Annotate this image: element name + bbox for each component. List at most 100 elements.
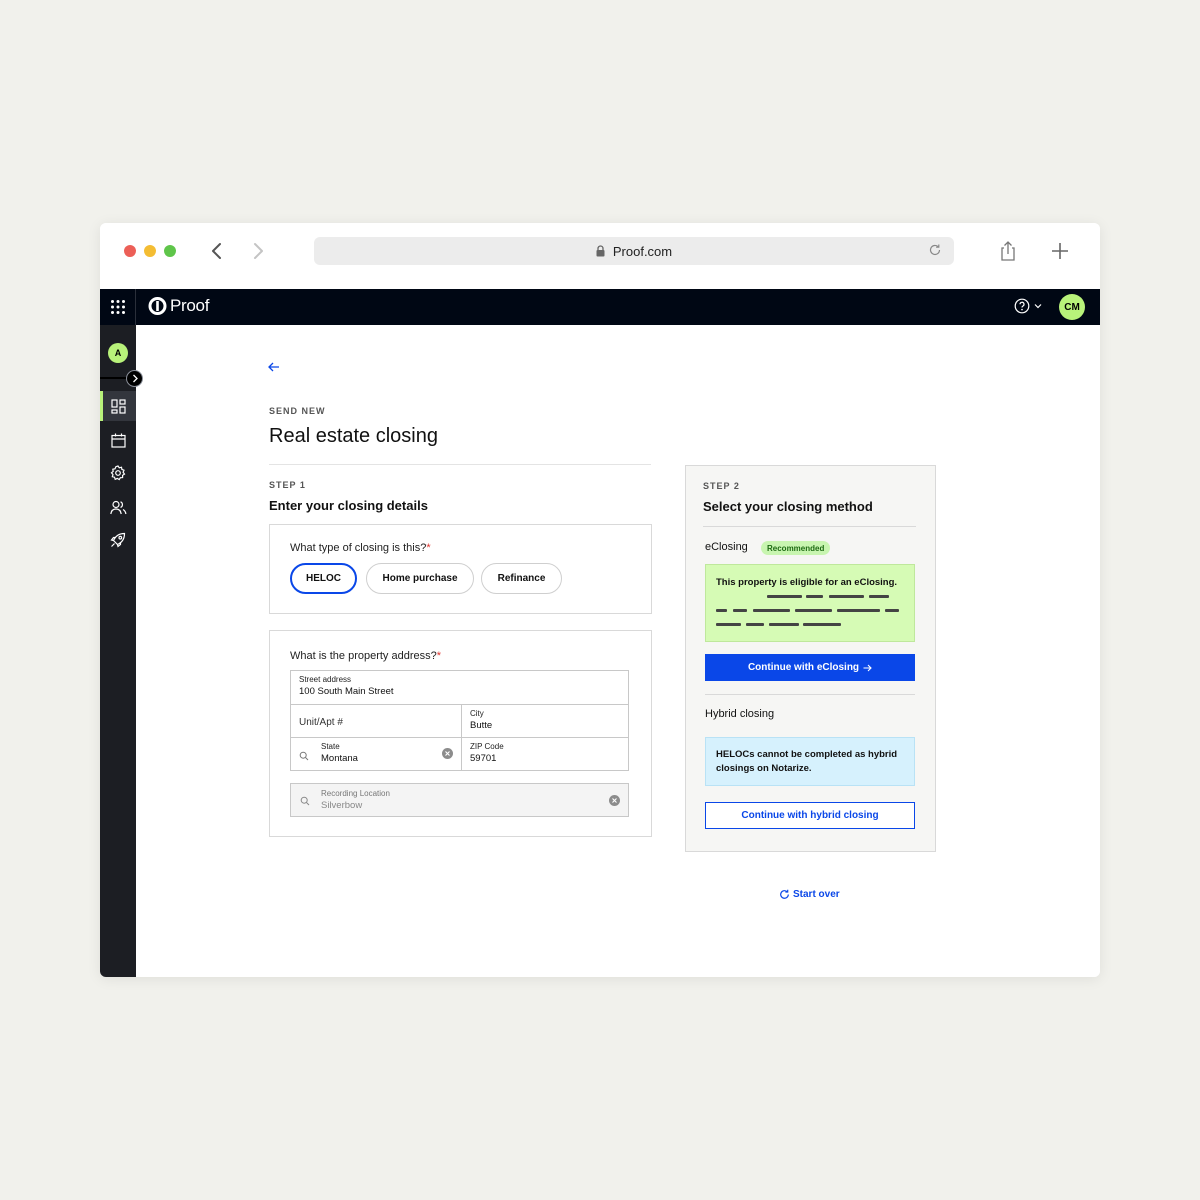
help-menu-button[interactable]: [1014, 298, 1043, 314]
maximize-window-button[interactable]: [164, 245, 176, 257]
sidebar-item-dashboard[interactable]: [100, 391, 136, 421]
recording-location-content: Recording Location Silverbow: [321, 789, 571, 811]
sidebar-item-settings[interactable]: [100, 458, 136, 488]
field-divider: [291, 704, 628, 705]
chevron-down-icon: [1034, 304, 1042, 309]
sidebar-item-calendar[interactable]: [100, 425, 136, 455]
page-eyebrow: SEND NEW: [269, 406, 326, 416]
continue-hybrid-closing-button[interactable]: Continue with hybrid closing: [705, 802, 915, 829]
hybrid-closing-title: Hybrid closing: [705, 708, 775, 720]
chevron-left-icon: [212, 243, 221, 259]
closing-type-option-heloc[interactable]: HELOC: [290, 563, 357, 594]
closing-type-question: What type of closing is this?*: [290, 542, 431, 554]
address-bar[interactable]: Proof.com: [314, 237, 954, 265]
redacted-text-placeholder: [795, 609, 832, 612]
minimize-window-button[interactable]: [144, 245, 156, 257]
sidebar-item-get-started[interactable]: [100, 525, 136, 555]
closing-method-panel: STEP 2 Select your closing method eClosi…: [685, 465, 936, 852]
search-icon: [299, 751, 309, 761]
gear-icon: [110, 465, 126, 481]
unit-placeholder: Unit/Apt #: [299, 717, 343, 728]
street-address-value: 100 South Main Street: [299, 686, 394, 697]
refresh-icon: [780, 889, 789, 899]
title-divider: [269, 464, 651, 465]
reload-icon[interactable]: [928, 243, 942, 257]
closing-type-question-text: What type of closing is this?: [290, 542, 427, 554]
brand-name: Proof: [170, 296, 210, 315]
recording-location-value: Silverbow: [321, 800, 363, 811]
address-question: What is the property address?*: [290, 650, 441, 662]
property-address-card: What is the property address?* Street ad…: [269, 630, 652, 837]
redacted-text-placeholder: [769, 623, 799, 626]
share-button[interactable]: [998, 239, 1018, 263]
search-icon: [300, 796, 310, 806]
closing-type-option-home-purchase[interactable]: Home purchase: [366, 563, 474, 594]
street-address-label: Street address: [299, 675, 352, 684]
redacted-text-placeholder: [803, 623, 841, 626]
grid-icon: [110, 300, 125, 314]
panel-divider: [705, 694, 915, 695]
browser-forward-button[interactable]: [248, 239, 270, 263]
redacted-text-placeholder: [746, 623, 764, 626]
page-title: Real estate closing: [269, 425, 438, 447]
plus-icon: [1052, 243, 1068, 259]
street-address-field[interactable]: Street address 100 South Main Street: [299, 675, 619, 697]
unit-field[interactable]: Unit/Apt #: [299, 715, 454, 728]
city-field[interactable]: City Butte: [470, 709, 620, 731]
new-tab-button[interactable]: [1050, 240, 1070, 262]
eclosing-eligibility-message: This property is eligible for an eClosin…: [716, 577, 898, 588]
redacted-text-placeholder: [829, 595, 864, 598]
browser-window: Proof.com Proof CM A SEND NEW Real estat…: [100, 223, 1100, 977]
field-divider: [461, 704, 462, 770]
recording-location-field[interactable]: Recording Location Silverbow: [290, 783, 629, 817]
city-value: Butte: [470, 720, 493, 731]
recommended-badge: Recommended: [761, 541, 831, 555]
redacted-text-placeholder: [733, 609, 747, 612]
proof-logo-icon: [148, 297, 167, 315]
redacted-text-placeholder: [716, 609, 727, 612]
clear-recording-location-button[interactable]: [609, 795, 620, 806]
redacted-text-placeholder: [767, 595, 802, 598]
redacted-text-placeholder: [716, 623, 741, 626]
step1-title: Enter your closing details: [269, 498, 428, 513]
recording-location-label: Recording Location: [321, 789, 390, 798]
state-search-icon-wrap: [299, 748, 309, 766]
arrow-right-icon: [863, 664, 872, 671]
browser-back-button[interactable]: [205, 239, 227, 263]
step2-title: Select your closing method: [703, 499, 873, 514]
lock-icon: [596, 245, 605, 257]
sidebar-item-users[interactable]: [100, 492, 136, 522]
continue-eclosing-label: Continue with eClosing: [747, 662, 860, 673]
zip-code-field[interactable]: ZIP Code 59701: [470, 742, 620, 764]
user-avatar[interactable]: CM: [1059, 294, 1085, 320]
closing-type-option-refinance[interactable]: Refinance: [481, 563, 562, 594]
redacted-text-placeholder: [885, 609, 899, 612]
start-over-link[interactable]: Start over: [779, 889, 840, 900]
redacted-text-placeholder: [837, 609, 880, 612]
state-field[interactable]: State Montana: [321, 742, 431, 764]
close-icon: [445, 751, 450, 756]
required-marker: *: [436, 650, 442, 662]
main-content: SEND NEW Real estate closing STEP 1 Ente…: [136, 325, 1100, 977]
closing-type-card: What type of closing is this?* HELOC Hom…: [269, 524, 652, 614]
sidebar-expand-toggle[interactable]: [126, 370, 143, 387]
clear-state-button[interactable]: [442, 748, 453, 759]
share-icon: [1001, 241, 1015, 261]
help-icon: [1014, 298, 1030, 314]
zip-code-label: ZIP Code: [470, 742, 504, 751]
chevron-right-icon: [132, 374, 138, 383]
app-launcher-button[interactable]: [100, 289, 136, 325]
continue-eclosing-button[interactable]: Continue with eClosing: [705, 654, 915, 681]
arrow-left-icon: [268, 362, 279, 372]
state-label: State: [321, 742, 340, 751]
hybrid-closing-message: HELOCs cannot be completed as hybrid clo…: [716, 749, 898, 774]
sidebar: A: [100, 325, 143, 977]
back-button[interactable]: [268, 359, 280, 377]
start-over-label: Start over: [793, 889, 840, 900]
panel-divider: [703, 526, 916, 527]
proof-logo[interactable]: Proof: [148, 296, 209, 316]
eclosing-title: eClosing: [705, 541, 748, 553]
org-avatar[interactable]: A: [108, 343, 128, 363]
step1-label: STEP 1: [269, 480, 306, 490]
close-window-button[interactable]: [124, 245, 136, 257]
